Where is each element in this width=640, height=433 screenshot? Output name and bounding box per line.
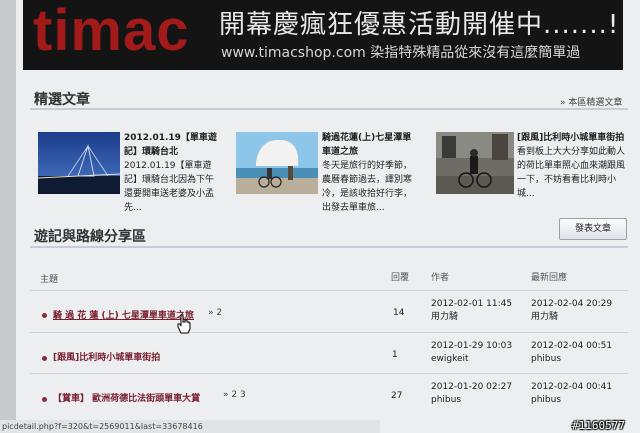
row-3-pages[interactable]: » 2 3	[223, 390, 246, 400]
row-bullet	[42, 356, 47, 361]
header-replies: 回覆	[391, 273, 410, 283]
row-2-latest-user[interactable]: phibus	[531, 353, 561, 365]
banner-logo: timac	[33, 0, 190, 63]
row-1-author-date: 2012-02-01 11:45	[431, 299, 513, 309]
row-divider	[30, 290, 628, 291]
row-3-author-date: 2012-01-20 02:27	[431, 382, 513, 392]
row-divider	[30, 332, 628, 333]
row-2-latest-date: 2012-02-04 00:51	[531, 341, 613, 351]
post-article-button[interactable]: 發表文章	[559, 218, 627, 240]
row-1-latest-user[interactable]: 用力騎	[531, 311, 558, 323]
featured-article-2-title[interactable]: 騎過花蓮(上)七星潭單車道之旅	[322, 131, 420, 159]
row-bullet	[42, 397, 47, 402]
header-latest: 最新回應	[531, 273, 568, 283]
row-1-pages[interactable]: » 2	[208, 308, 222, 318]
featured-article-2-excerpt: 冬天是旅行的好季節，農曆春節過去，譯別寒冷，是該收拾好行李，出發去單車旅...	[322, 161, 413, 213]
watermark: #1160577	[572, 419, 625, 432]
left-frame	[0, 0, 16, 433]
forum-section-title: 遊記與路線分享區	[34, 229, 146, 245]
featured-article-3-title[interactable]: [跟風]比利時小城單車街拍	[517, 131, 627, 145]
featured-thumb-2[interactable]	[236, 132, 318, 194]
featured-article-1[interactable]: 2012.01.19【單車遊記】環騎台北 2012.01.19【單車遊記】環騎台…	[124, 131, 220, 215]
hand-cursor-icon	[176, 314, 192, 338]
featured-article-2[interactable]: 騎過花蓮(上)七星潭單車道之旅 冬天是旅行的好季節，農曆春節過去，譯別寒冷，是該…	[322, 131, 420, 215]
row-3-author[interactable]: phibus	[431, 394, 461, 406]
header-author: 作者	[431, 273, 450, 283]
row-2-replies: 1	[392, 350, 398, 360]
featured-section-title: 精選文章	[34, 92, 90, 108]
row-1-latest-date: 2012-02-04 20:29	[531, 299, 613, 309]
banner-headline: 開幕慶瘋狂優惠活動開催中.......!	[219, 10, 620, 40]
row-2-topic-link[interactable]: [跟風]比利時小城單車街拍	[53, 350, 160, 363]
row-3-replies: 27	[391, 391, 403, 401]
row-3-latest-date: 2012-02-04 00:41	[531, 382, 613, 392]
row-1-topic-link[interactable]: 騎 過 花 蓮 (上) 七星潭單車道之旅	[53, 308, 194, 321]
banner-subline: www.timacshop.com 染指特殊精品從來沒有這麼簡單過	[221, 45, 581, 61]
row-bullet	[42, 313, 47, 318]
featured-article-1-excerpt: 2012.01.19【單車遊記】環騎台北因為下午還要開車送老婆及小孟先...	[124, 161, 215, 213]
row-1-replies: 14	[393, 308, 405, 318]
featured-divider	[30, 108, 628, 110]
featured-more-link[interactable]: » 本區精選文章	[560, 95, 622, 108]
featured-article-3[interactable]: [跟風]比利時小城單車街拍 看到板上大大分享如此動人的荷比單車照心血來潮跟風一下…	[517, 131, 627, 201]
row-1-author[interactable]: 用力騎	[431, 311, 458, 323]
status-bar-url: picdetail.php?f=320&t=2569011&last=33678…	[0, 420, 380, 433]
row-2-author-date: 2012-01-29 10:03	[431, 341, 513, 351]
row-3-latest-user[interactable]: phibus	[531, 394, 561, 406]
ad-banner[interactable]: timac 開幕慶瘋狂優惠活動開催中.......! www.timacshop…	[23, 0, 623, 70]
header-topic: 主題	[40, 275, 59, 285]
featured-article-3-excerpt: 看到板上大大分享如此動人的荷比單車照心血來潮跟風一下，不妨看看比利時小城...	[517, 147, 626, 199]
featured-thumb-1[interactable]	[38, 132, 120, 194]
featured-article-1-title[interactable]: 2012.01.19【單車遊記】環騎台北	[124, 131, 220, 159]
forum-divider	[30, 246, 628, 248]
featured-thumb-3[interactable]	[436, 132, 514, 194]
row-3-topic-link[interactable]: 【賞車】 歐洲荷德比法街頭單車大賞	[53, 391, 200, 404]
row-2-author[interactable]: ewigkeit	[431, 353, 469, 365]
row-divider	[30, 373, 628, 374]
